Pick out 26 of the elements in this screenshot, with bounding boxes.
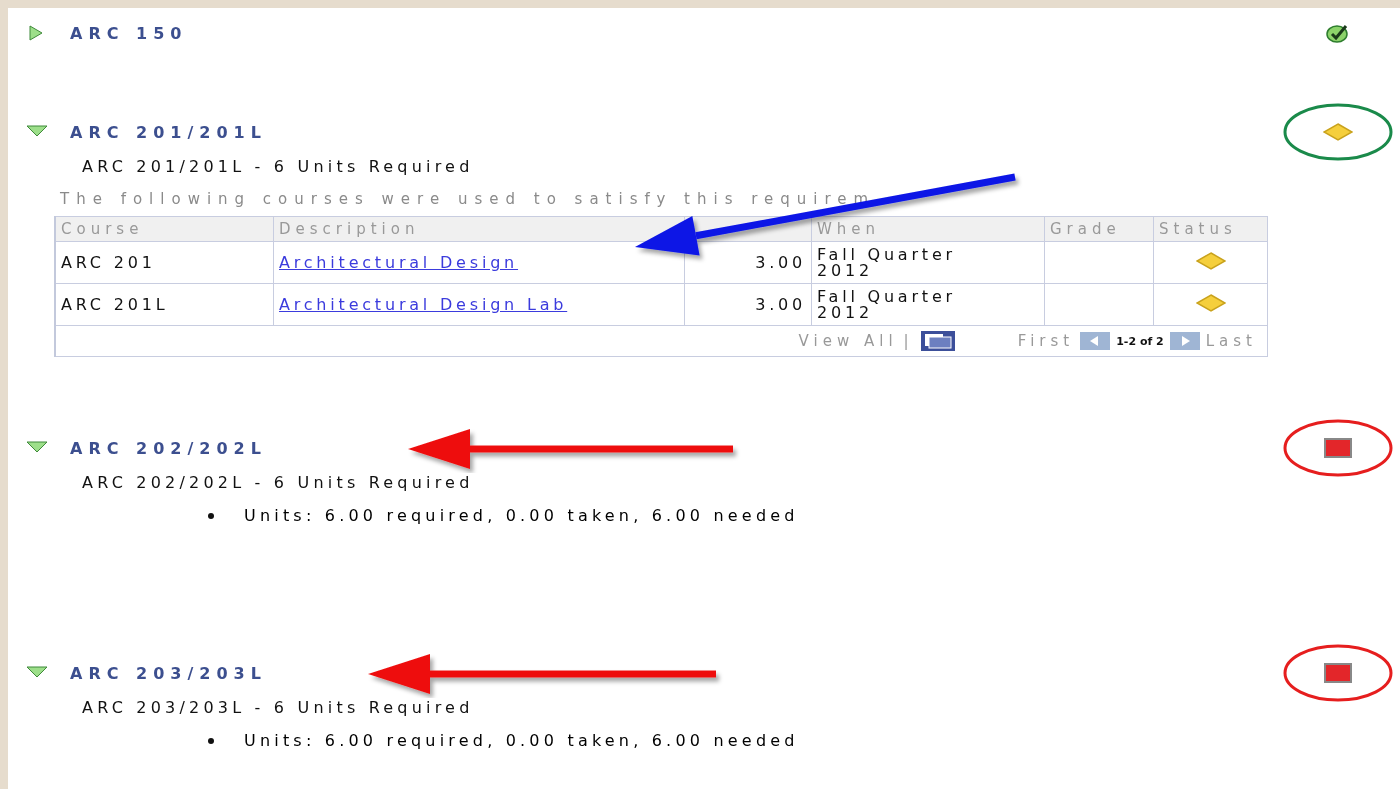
requirement-title[interactable]: ARC 202/202L xyxy=(70,438,267,458)
course-link[interactable]: Architectural Design xyxy=(279,253,519,272)
when-cell: Fall Quarter 2012 xyxy=(811,241,1045,284)
requirement-title[interactable]: ARC 203/203L xyxy=(70,663,267,683)
column-header: Status xyxy=(1153,216,1268,242)
requirement-title[interactable]: ARC 201/201L xyxy=(70,122,267,142)
bullet-icon xyxy=(208,737,214,744)
column-header: Description xyxy=(273,216,685,242)
column-header: Grade xyxy=(1044,216,1154,242)
units-summary: Units: 6.00 required, 0.00 taken, 6.00 needed xyxy=(244,731,799,750)
units-cell: 3.00 xyxy=(684,283,812,326)
when-cell: Fall Quarter 2012 xyxy=(811,283,1045,326)
page-range: 1-2 of 2 xyxy=(1116,334,1164,348)
column-header: When xyxy=(811,216,1045,242)
course-cell: ARC 201 xyxy=(55,241,274,284)
zoom-grid-icon[interactable] xyxy=(919,330,956,352)
course-cell: ARC 201L xyxy=(55,283,274,326)
separator: | xyxy=(903,332,914,350)
requirement-title[interactable]: ARC 150 xyxy=(70,23,188,43)
units-summary: Units: 6.00 required, 0.00 taken, 6.00 needed xyxy=(244,506,799,525)
column-header: Course xyxy=(55,216,274,242)
course-link[interactable]: Architectural Design Lab xyxy=(279,295,568,314)
bullet-icon xyxy=(208,512,214,519)
requirement-subtitle: ARC 201/201L - 6 Units Required xyxy=(82,157,475,176)
requirement-subtitle: ARC 202/202L - 6 Units Required xyxy=(82,473,475,492)
requirement-subtitle: ARC 203/203L - 6 Units Required xyxy=(82,698,475,717)
